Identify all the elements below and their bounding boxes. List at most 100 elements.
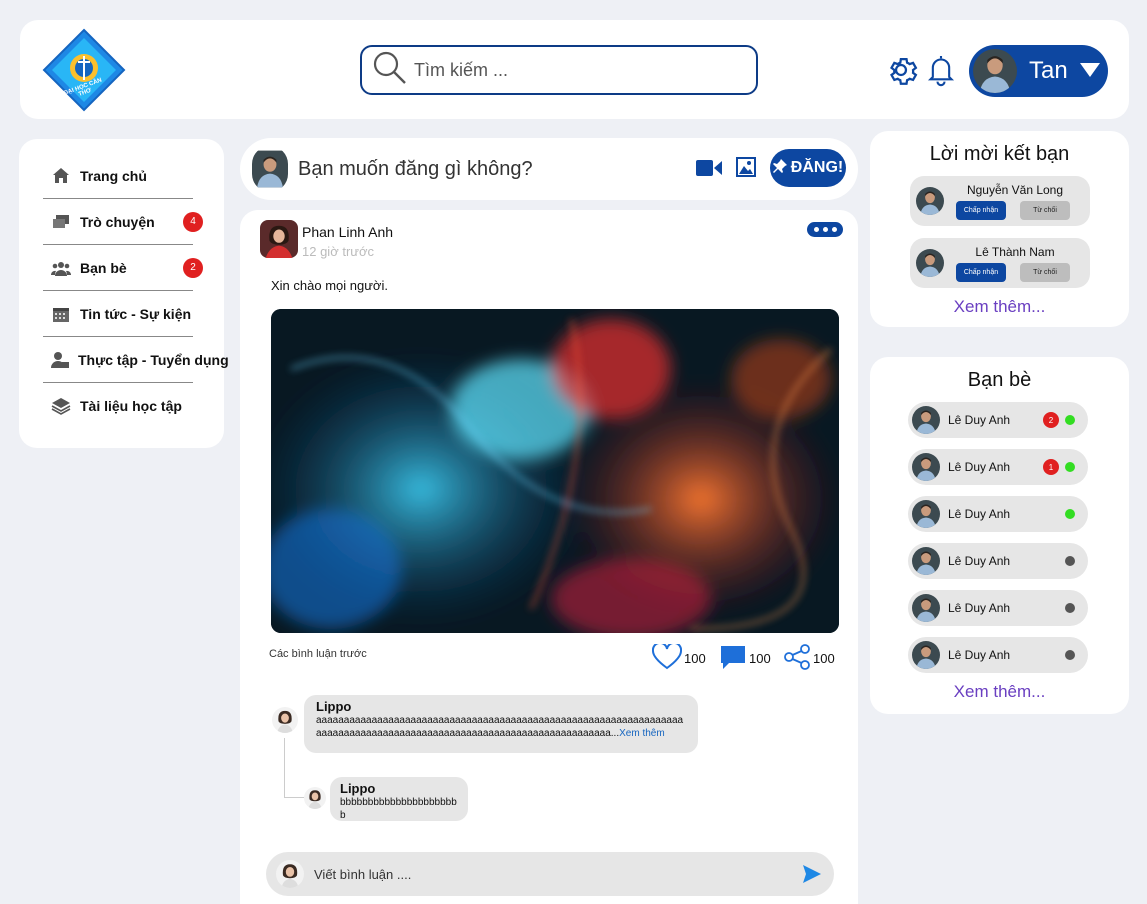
send-icon[interactable] [802,864,822,889]
sidebar-item-home[interactable]: Trang chủ [43,153,193,199]
online-status-dot [1065,509,1075,519]
friend-name: Lê Duy Anh [948,507,1011,521]
friend-avatar [912,594,940,622]
post-time: 12 giờ trước [302,244,374,259]
sidebar-item-label: Trang chủ [80,167,147,184]
share-count: 100 [813,651,835,666]
author-name[interactable]: Phan Linh Anh [302,224,393,240]
post-button[interactable]: ĐĂNG! [770,149,846,187]
friend-item[interactable]: Lê Duy Anh 2 [908,402,1088,438]
previous-comments-link[interactable]: Các bình luận trước [269,648,367,660]
friend-item[interactable]: Lê Duy Anh [908,543,1088,579]
comment-author[interactable]: Lippo [316,699,686,714]
pin-icon [772,158,787,178]
video-icon[interactable] [696,158,722,183]
accept-button[interactable]: Chấp nhận [956,263,1006,282]
friend-item[interactable]: Lê Duy Anh [908,496,1088,532]
commenter-avatar[interactable] [304,787,326,809]
sidebar-item-chat[interactable]: Trò chuyện 4 [43,199,203,245]
comment-text: aaaaaaaaaaaaaaaaaaaaaaaaaaaaaaaaaaaaaaaa… [316,714,686,740]
comment-text: bbbbbbbbbbbbbbbbbbbbbb [340,797,457,821]
user-avatar [973,49,1017,93]
sidebar-item-label: Tài liệu học tập [80,398,182,414]
sidebar-item-news[interactable]: Tin tức - Sự kiện [43,291,193,337]
online-status-dot [1065,462,1075,472]
calendar-icon [51,304,71,324]
sidebar-item-documents[interactable]: Tài liệu học tập [43,383,193,429]
post-text: Xin chào mọi người. [271,278,388,293]
university-logo[interactable]: ĐẠI HỌC CẦN THƠ [42,28,126,112]
requester-avatar[interactable] [916,249,944,277]
offline-status-dot [1065,650,1075,660]
like-button[interactable]: 100 [651,641,706,673]
unread-badge: 1 [1043,459,1059,475]
like-count: 100 [684,651,706,666]
friend-avatar [912,453,940,481]
friend-request-item: Nguyễn Văn Long Chấp nhận Từ chối [910,176,1090,226]
image-icon[interactable] [736,157,756,182]
sidebar-item-label: Thực tập - Tuyển dụng [78,351,229,368]
see-more-requests-link[interactable]: Xem thêm... [870,297,1129,317]
offline-status-dot [1065,603,1075,613]
friend-name: Lê Duy Anh [948,460,1011,474]
decline-button[interactable]: Từ chối [1020,201,1070,220]
friend-name: Lê Duy Anh [948,648,1011,662]
heart-icon [651,641,683,673]
accept-button[interactable]: Chấp nhận [956,201,1006,220]
comment-bubble: Lippo aaaaaaaaaaaaaaaaaaaaaaaaaaaaaaaaaa… [304,695,698,753]
comment-count: 100 [749,651,771,666]
search-icon [372,50,408,91]
requester-name[interactable]: Nguyễn Văn Long [950,183,1080,197]
bell-icon[interactable] [927,53,955,92]
reply-bubble: Lippo bbbbbbbbbbbbbbbbbbbbbb [330,777,468,821]
comment-input[interactable] [314,866,784,882]
current-user-avatar [276,860,304,888]
post-card: Phan Linh Anh 12 giờ trước Xin chào mọi … [240,210,858,904]
friend-name: Lê Duy Anh [948,554,1011,568]
sidebar-item-label: Bạn bè [80,259,127,276]
top-header: ĐẠI HỌC CẦN THƠ Tan [20,20,1129,119]
comment-author[interactable]: Lippo [340,781,458,796]
sidebar-item-internship[interactable]: Thực tập - Tuyển dụng [43,337,229,383]
user-menu-button[interactable]: Tan [969,45,1108,97]
author-avatar[interactable] [260,220,298,258]
see-more-friends-link[interactable]: Xem thêm... [870,682,1129,702]
comment-button[interactable]: 100 [719,644,771,673]
online-status-dot [1065,415,1075,425]
friend-item[interactable]: Lê Duy Anh 1 [908,449,1088,485]
requester-name[interactable]: Lê Thành Nam [950,245,1080,259]
decline-button[interactable]: Từ chối [1020,263,1070,282]
offline-status-dot [1065,556,1075,566]
commenter-avatar[interactable] [272,707,298,733]
sidebar-item-label: Trò chuyện [80,213,155,230]
friend-request-badge: 2 [183,257,203,278]
friend-item[interactable]: Lê Duy Anh [908,590,1088,626]
sidebar-item-label: Tin tức - Sự kiện [80,305,192,322]
friend-item[interactable]: Lê Duy Anh [908,637,1088,673]
search-input[interactable] [414,59,734,81]
panel-title: Bạn bè [967,369,1032,391]
friend-avatar [912,547,940,575]
chat-icon [51,212,71,232]
search-bar[interactable] [360,45,758,95]
comment-icon [719,644,747,673]
gear-icon[interactable] [884,53,918,92]
unread-badge: 4 [183,211,203,232]
friend-requests-panel: Lời mời kết bạn Nguyễn Văn Long Chấp nhậ… [870,131,1129,327]
panel-title: Lời mời kết bạn [929,143,1070,165]
user-job-icon [51,350,69,370]
layers-icon [51,396,71,416]
chevron-down-icon [1079,61,1100,82]
comment-box [266,852,834,896]
post-image[interactable] [271,309,839,633]
comment-see-more-link[interactable]: Xem thêm [619,728,665,739]
sidebar-item-friends[interactable]: Bạn bè 2 [43,245,203,291]
requester-avatar[interactable] [916,187,944,215]
share-button[interactable]: 100 [783,644,835,673]
composer-input[interactable] [298,157,678,181]
share-icon [783,644,811,673]
friends-icon [51,258,71,278]
friends-panel: Bạn bè Lê Duy Anh 2 Lê Duy Anh 1 Lê Duy … [870,357,1129,714]
more-options-button[interactable] [807,222,843,237]
reply-thread-line [284,738,304,798]
